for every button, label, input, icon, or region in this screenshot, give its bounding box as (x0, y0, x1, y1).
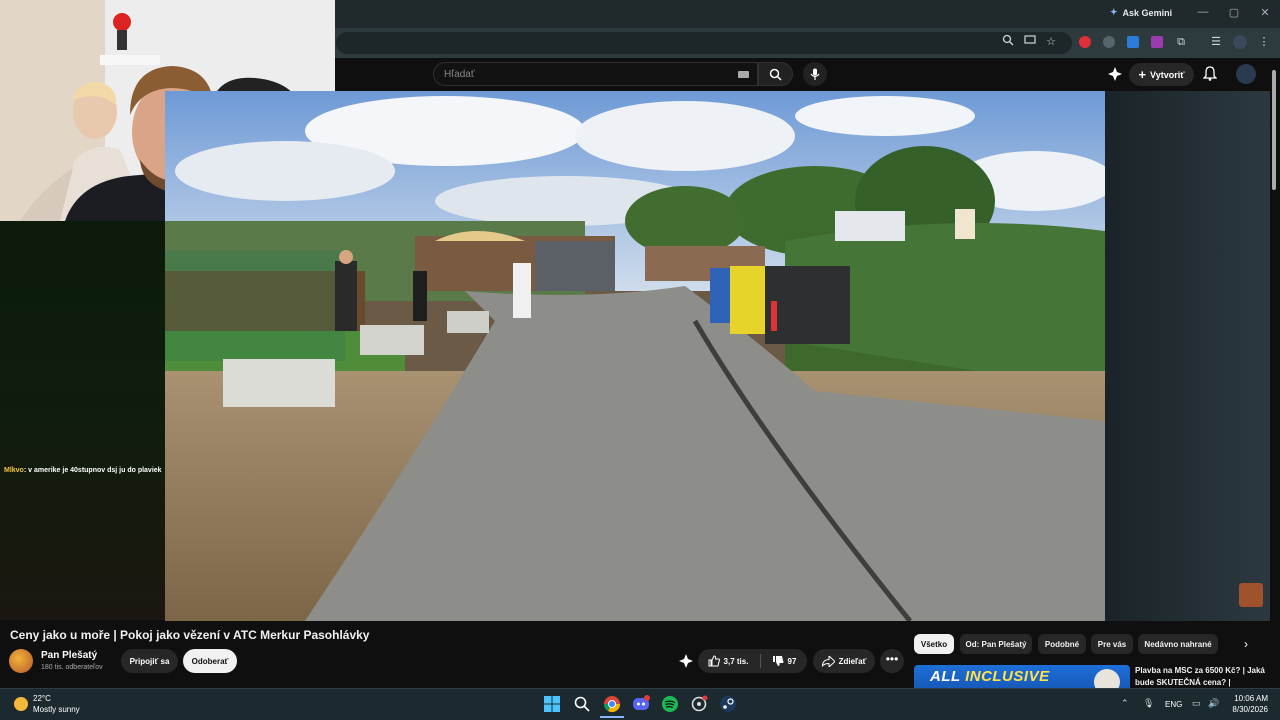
more-actions-button[interactable]: ••• (880, 649, 904, 673)
steam-taskbar-icon[interactable] (719, 695, 737, 713)
search-button[interactable] (758, 62, 793, 86)
ask-ai-sparkle-icon[interactable] (676, 651, 696, 671)
extension-blue-icon[interactable] (1125, 34, 1141, 50)
voice-search-button[interactable] (803, 62, 827, 86)
scrollbar-thumb[interactable] (1272, 70, 1276, 190)
taskbar-search-icon[interactable] (573, 695, 591, 713)
chip-from-channel[interactable]: Od: Pan Plešatý (960, 634, 1032, 654)
extensions-puzzle-icon[interactable]: ⧉ (1173, 34, 1189, 50)
extension-gray-icon[interactable] (1101, 34, 1117, 50)
dislike-button[interactable]: 97 (764, 649, 804, 673)
account-avatar[interactable] (1236, 64, 1256, 84)
cast-icon[interactable] (1022, 34, 1038, 50)
channel-name[interactable]: Pan Plešatý (41, 650, 97, 661)
create-button[interactable]: + Vytvoriť (1129, 63, 1194, 86)
extension-red-icon[interactable] (1077, 34, 1093, 50)
tray-volume-icon[interactable]: 🔊 (1208, 698, 1219, 709)
chat-username: Mlkvo (4, 467, 24, 474)
clock-date[interactable]: 8/30/2026 (1222, 705, 1268, 714)
video-player[interactable] (165, 91, 1105, 621)
clock-time[interactable]: 10:06 AM (1222, 694, 1268, 703)
join-button[interactable]: Pripojiť sa (121, 649, 178, 673)
notifications-bell-icon[interactable] (1202, 66, 1218, 86)
mini-thumbnail[interactable] (1239, 583, 1263, 607)
gear-app-taskbar-icon[interactable] (690, 695, 708, 713)
search-icon (769, 68, 782, 81)
chip-all[interactable]: Všetko (914, 634, 954, 654)
search-input[interactable] (444, 63, 724, 85)
like-divider (760, 654, 761, 668)
ask-gemini-button[interactable]: ✦ Ask Gemini (1110, 7, 1172, 18)
like-count: 3,7 tis. (723, 656, 749, 666)
channel-avatar[interactable] (9, 649, 33, 673)
active-app-indicator (600, 716, 624, 718)
chip-recently-uploaded[interactable]: Nedávno nahrané (1138, 634, 1218, 654)
tray-chevron-up-icon[interactable]: ⌃ (1121, 698, 1129, 709)
maximize-button[interactable]: ▢ (1224, 6, 1244, 19)
thumbs-up-icon (708, 655, 720, 667)
zoom-icon[interactable] (1000, 34, 1016, 50)
share-label: Zdieľať (838, 656, 867, 666)
thumbs-down-icon (772, 656, 784, 666)
like-dislike-group: 3,7 tis. 97 (698, 649, 807, 673)
subscribe-button[interactable]: Odoberať (183, 649, 237, 673)
chrome-taskbar-icon[interactable] (603, 695, 621, 713)
chat-message: Mlkvo: v amerike je 40stupnov dsj ju do … (4, 467, 162, 474)
plus-icon: + (1138, 67, 1147, 82)
share-button[interactable]: Zdieľať (813, 649, 875, 673)
keyboard-icon[interactable] (738, 71, 749, 78)
extension-purple-icon[interactable] (1149, 34, 1165, 50)
video-title: Ceny jako u moře | Pokoj jako vězení v A… (10, 628, 370, 642)
video-frame (165, 91, 1105, 621)
discord-taskbar-icon[interactable] (632, 695, 650, 713)
search-box[interactable] (433, 62, 758, 86)
player-side-area (1105, 91, 1275, 621)
like-button[interactable]: 3,7 tis. (698, 649, 758, 673)
stream-side-panel (0, 221, 165, 620)
chevron-right-icon[interactable]: › (1236, 634, 1256, 654)
spotify-taskbar-icon[interactable] (661, 695, 679, 713)
share-arrow-icon (821, 655, 835, 667)
close-window-button[interactable]: ✕ (1255, 6, 1275, 19)
windows-start-icon[interactable] (543, 695, 561, 713)
profile-avatar-icon[interactable] (1232, 34, 1248, 50)
dislike-count: 97 (787, 656, 797, 666)
weather-temperature[interactable]: 22°C (33, 694, 51, 703)
language-indicator[interactable]: ENG (1165, 700, 1182, 709)
bookmark-star-icon[interactable]: ☆ (1043, 34, 1059, 50)
tray-network-icon[interactable]: ▭ (1192, 698, 1201, 709)
gemini-sparkle-icon: ✦ (1110, 7, 1118, 17)
chip-for-you[interactable]: Pre vás (1091, 634, 1133, 654)
weather-description[interactable]: Mostly sunny (33, 705, 80, 714)
recommended-video-title[interactable]: Plavba na MSC za 6500 Kč? | Jaká bude SK… (1135, 665, 1265, 689)
thumbnail-text: ALL INCLUSIVE (930, 668, 1050, 685)
minimize-button[interactable]: — (1193, 6, 1213, 18)
reading-list-icon[interactable]: ☰ (1208, 34, 1224, 50)
microphone-icon (810, 68, 820, 80)
chrome-menu-icon[interactable]: ⋮ (1256, 34, 1272, 50)
tray-microphone-icon[interactable]: 🎙 (1143, 698, 1154, 709)
chip-related[interactable]: Podobné (1038, 634, 1086, 654)
create-label: Vytvoriť (1150, 69, 1185, 80)
weather-sun-icon[interactable] (14, 697, 28, 711)
channel-subscriber-count: 180 tis. odberateľov (41, 664, 103, 671)
address-bar[interactable] (336, 32, 1072, 54)
ai-sparkle-header-icon[interactable] (1108, 67, 1122, 86)
chat-text: : v amerike je 40stupnov dsj ju do plavi… (23, 467, 162, 474)
ask-gemini-label: Ask Gemini (1122, 7, 1173, 18)
